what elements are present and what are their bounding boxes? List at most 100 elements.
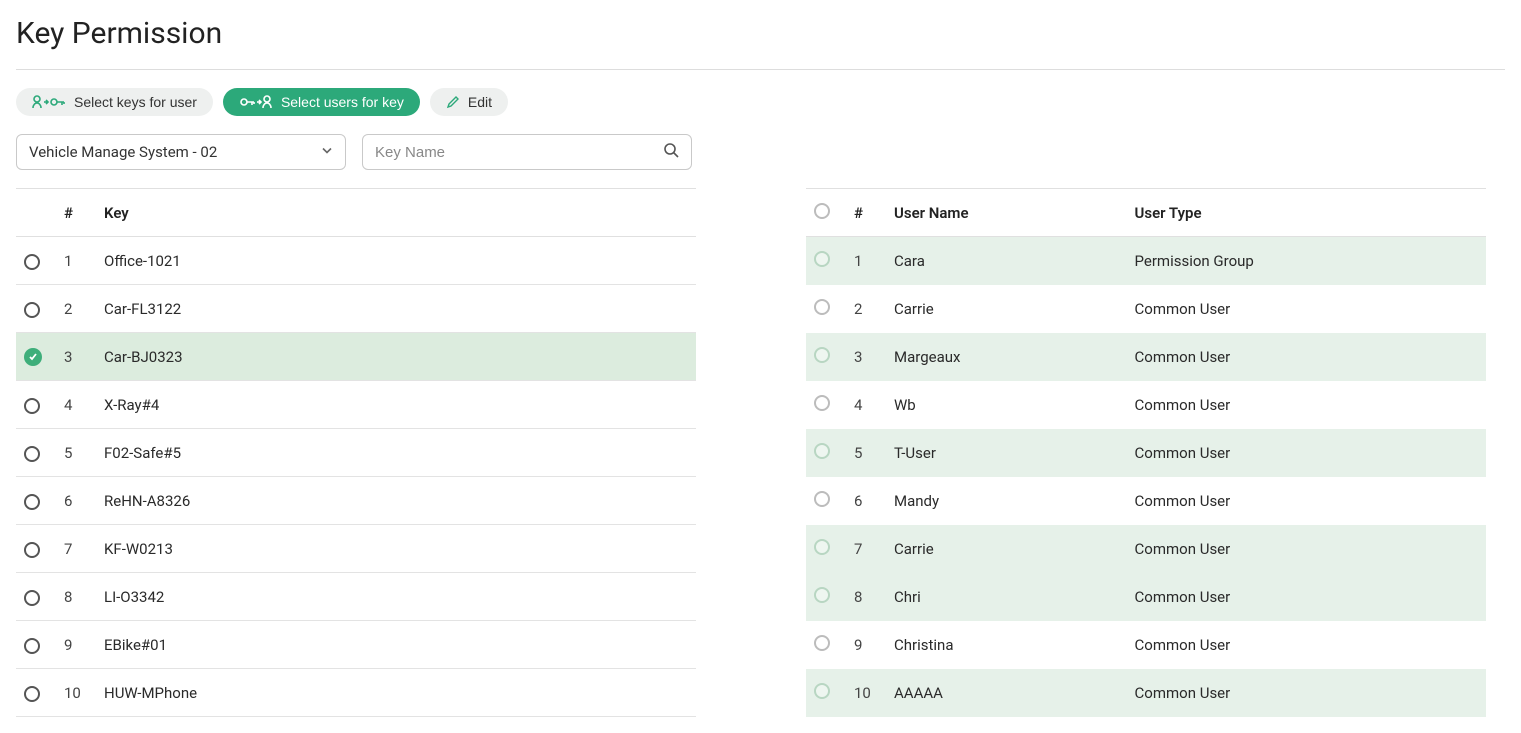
select-users-for-key-button[interactable]: Select users for key [223,88,420,116]
row-num: 8 [56,573,96,621]
page-title: Key Permission [16,16,1505,51]
user-name-cell: Carrie [886,285,1127,333]
search-icon [662,141,680,163]
checkbox-empty-icon[interactable] [814,443,830,459]
users-header-num: # [846,189,886,237]
radio-empty-icon[interactable] [24,446,40,462]
user-name-cell: Margeaux [886,333,1127,381]
table-row[interactable]: 1Office-1021 [16,237,696,285]
table-row[interactable]: 4X-Ray#4 [16,381,696,429]
checkbox-empty-icon[interactable] [814,587,830,603]
user-type-cell: Common User [1127,573,1486,621]
key-search-wrap [362,134,692,170]
user-name-cell: Cara [886,237,1127,285]
radio-empty-icon[interactable] [24,302,40,318]
table-row[interactable]: 6MandyCommon User [806,477,1486,525]
radio-empty-icon[interactable] [24,590,40,606]
table-row[interactable]: 2Car-FL3122 [16,285,696,333]
pencil-icon [446,95,460,109]
table-row[interactable]: 3MargeauxCommon User [806,333,1486,381]
keys-header-num: # [56,189,96,237]
key-name-cell: Office-1021 [96,237,696,285]
filter-row: Vehicle Manage System - 02 [16,134,1505,170]
user-type-cell: Common User [1127,429,1486,477]
key-search-input[interactable] [362,134,692,170]
table-row[interactable]: 2CarrieCommon User [806,285,1486,333]
key-name-cell: Car-BJ0323 [96,333,696,381]
users-select-all-checkbox[interactable] [814,203,830,219]
row-num: 6 [846,477,886,525]
system-select-value: Vehicle Manage System - 02 [16,134,346,170]
row-num: 2 [56,285,96,333]
key-to-user-icon [239,94,273,110]
table-row[interactable]: 1CaraPermission Group [806,237,1486,285]
row-num: 3 [56,333,96,381]
row-num: 1 [56,237,96,285]
row-num: 9 [56,621,96,669]
key-name-cell: ReHN-A8326 [96,477,696,525]
user-type-cell: Common User [1127,477,1486,525]
edit-label: Edit [468,94,492,110]
table-row[interactable]: 10AAAAACommon User [806,669,1486,717]
checkbox-empty-icon[interactable] [814,251,830,267]
checkbox-empty-icon[interactable] [814,299,830,315]
select-keys-for-user-button[interactable]: Select keys for user [16,88,213,116]
row-num: 1 [846,237,886,285]
users-header-name: User Name [886,189,1127,237]
radio-empty-icon[interactable] [24,494,40,510]
user-type-cell: Common User [1127,621,1486,669]
key-name-cell: KF-W0213 [96,525,696,573]
table-row[interactable]: 10HUW-MPhone [16,669,696,717]
table-row[interactable]: 5T-UserCommon User [806,429,1486,477]
user-name-cell: Wb [886,381,1127,429]
row-num: 7 [846,525,886,573]
user-type-cell: Common User [1127,525,1486,573]
radio-empty-icon[interactable] [24,254,40,270]
table-row[interactable]: 5F02-Safe#5 [16,429,696,477]
checkbox-empty-icon[interactable] [814,347,830,363]
table-row[interactable]: 9ChristinaCommon User [806,621,1486,669]
row-num: 5 [56,429,96,477]
keys-panel: # Key 1Office-10212Car-FL31223Car-BJ0323… [16,188,696,717]
table-row[interactable]: 6ReHN-A8326 [16,477,696,525]
radio-empty-icon[interactable] [24,542,40,558]
key-name-cell: F02-Safe#5 [96,429,696,477]
two-column-layout: # Key 1Office-10212Car-FL31223Car-BJ0323… [16,188,1505,717]
key-name-cell: LI-O3342 [96,573,696,621]
row-num: 4 [56,381,96,429]
row-num: 3 [846,333,886,381]
user-type-cell: Common User [1127,333,1486,381]
radio-empty-icon[interactable] [24,638,40,654]
system-select[interactable]: Vehicle Manage System - 02 [16,134,346,170]
radio-empty-icon[interactable] [24,398,40,414]
key-name-cell: EBike#01 [96,621,696,669]
select-keys-label: Select keys for user [74,94,197,110]
table-row[interactable]: 9EBike#01 [16,621,696,669]
key-name-cell: X-Ray#4 [96,381,696,429]
checkbox-empty-icon[interactable] [814,683,830,699]
table-row[interactable]: 8LI-O3342 [16,573,696,621]
keys-table: # Key 1Office-10212Car-FL31223Car-BJ0323… [16,188,696,717]
table-row[interactable]: 8ChriCommon User [806,573,1486,621]
checkbox-empty-icon[interactable] [814,635,830,651]
users-table: # User Name User Type 1CaraPermission Gr… [806,188,1486,717]
radio-selected-icon[interactable] [24,348,42,366]
user-type-cell: Common User [1127,285,1486,333]
radio-empty-icon[interactable] [24,686,40,702]
table-row[interactable]: 7CarrieCommon User [806,525,1486,573]
row-num: 4 [846,381,886,429]
row-num: 10 [56,669,96,717]
users-header-type: User Type [1127,189,1486,237]
checkbox-empty-icon[interactable] [814,491,830,507]
title-divider [16,69,1505,70]
table-row[interactable]: 4WbCommon User [806,381,1486,429]
row-num: 6 [56,477,96,525]
table-row[interactable]: 7KF-W0213 [16,525,696,573]
users-panel: # User Name User Type 1CaraPermission Gr… [806,188,1486,717]
checkbox-empty-icon[interactable] [814,539,830,555]
checkbox-empty-icon[interactable] [814,395,830,411]
user-type-cell: Common User [1127,669,1486,717]
user-to-key-icon [32,94,66,110]
edit-button[interactable]: Edit [430,88,508,116]
table-row[interactable]: 3Car-BJ0323 [16,333,696,381]
